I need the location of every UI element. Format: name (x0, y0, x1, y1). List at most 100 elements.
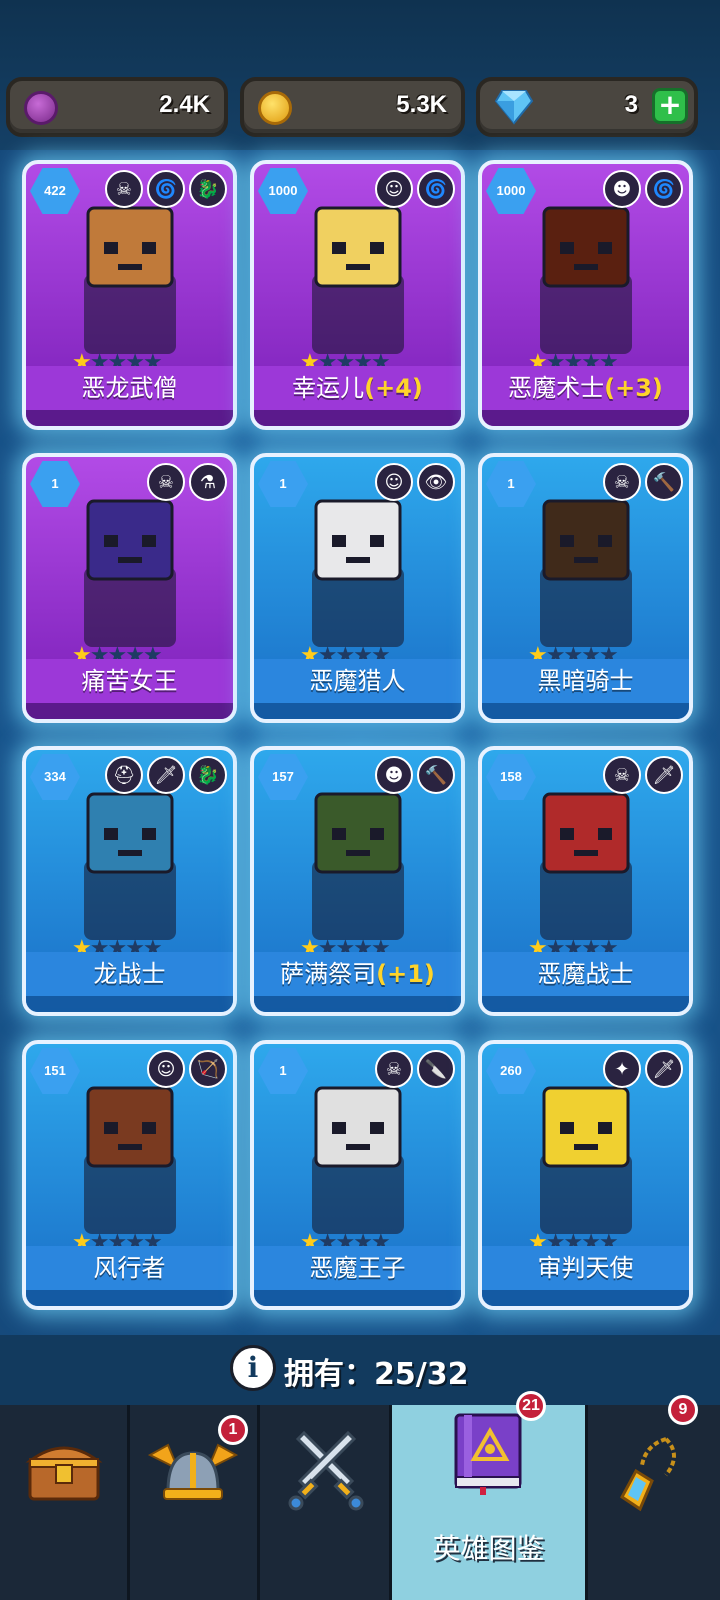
info-icon[interactable]: i (230, 1345, 276, 1391)
skull-icon: ☠ (105, 170, 143, 208)
hero-name-bar: 风行者 (26, 1246, 233, 1290)
purple-gem-counter[interactable]: 2.4K (6, 77, 228, 137)
hero-traits: ☻ 🔨 (375, 756, 455, 794)
card-bottom-edge (26, 703, 233, 719)
elf-icon: ☺ (375, 463, 413, 501)
hero-book-label: 英雄图鉴 (432, 1532, 545, 1565)
hero-name: 萨满祭司 (280, 960, 377, 988)
helmet-icon: ⛑ (105, 756, 143, 794)
hero-card[interactable]: 1000 ☺ 🌀 ★★★★★ 幸运儿(+4) (250, 160, 465, 430)
hero-name: 幸运儿 (292, 374, 365, 402)
hero-card[interactable]: 1 ☠ 🔪 ★★★★★ 恶魔王子 (250, 1040, 465, 1310)
card-bottom-edge (482, 703, 689, 719)
hero-name: 恶魔术士 (508, 374, 605, 402)
gold-coin-value: 5.3K (396, 91, 447, 118)
hero-grid: 422 ☠ 🌀 🐉 ★★★★★ 恶龙武僧 1000 ☺ 🌀 ★★★★★ 幸运儿(+4) 1000 ☻ 🌀 ★… (0, 150, 720, 1335)
gold-coin-icon (258, 91, 292, 125)
hero-traits: ⛑ 🗡 🐉 (105, 756, 227, 794)
hero-name-bar: 萨满祭司(+1) (254, 952, 461, 996)
bow-icon: 🏹 (189, 1050, 227, 1088)
hero-name: 审判天使 (537, 1254, 634, 1282)
crossed-swords-icon (288, 1431, 364, 1511)
tab-battle[interactable] (260, 1405, 392, 1600)
tab-chest[interactable] (0, 1405, 130, 1600)
hero-name: 恶魔猎人 (309, 667, 406, 695)
gold-coin-counter[interactable]: 5.3K (240, 77, 465, 137)
hero-card[interactable]: 422 ☠ 🌀 🐉 ★★★★★ 恶龙武僧 (22, 160, 237, 430)
hero-name-bar: 恶龙武僧 (26, 366, 233, 410)
helmet-badge: 1 (218, 1415, 248, 1445)
card-bottom-edge (482, 410, 689, 426)
card-bottom-edge (254, 996, 461, 1012)
amulet-badge: 9 (668, 1395, 698, 1425)
diamond-counter[interactable]: 3 + (476, 77, 698, 137)
dragon-icon: 🐉 (189, 756, 227, 794)
hero-name: 黑暗骑士 (537, 667, 634, 695)
hero-card[interactable]: 1 ☺ 👁 ★★★★★ 恶魔猎人 (250, 453, 465, 723)
orc-icon: ☻ (375, 756, 413, 794)
owned-label: 拥有： (284, 1357, 374, 1392)
hero-name: 痛苦女王 (81, 667, 178, 695)
dragon-icon: 🐉 (189, 170, 227, 208)
hero-traits: ☠ 🗡 (603, 756, 683, 794)
hero-traits: ☠ 🔨 (603, 463, 683, 501)
hero-traits: ☺ 👁 (375, 463, 455, 501)
card-bottom-edge (482, 996, 689, 1012)
hero-traits: ☻ 🌀 (603, 170, 683, 208)
hero-card[interactable]: 151 ☺ 🏹 ★★★★★ 风行者 (22, 1040, 237, 1310)
hero-name-bar: 痛苦女王 (26, 659, 233, 703)
hero-traits: ☺ 🌀 (375, 170, 455, 208)
hero-name-bar: 恶魔王子 (254, 1246, 461, 1290)
owned-counter: i 拥有：25/32 (0, 1335, 720, 1405)
skull-icon: ☠ (603, 756, 641, 794)
chest-icon (25, 1446, 103, 1501)
bottom-nav: 1 21 英雄图鉴 9 (0, 1391, 720, 1600)
tab-hero-book[interactable]: 21 英雄图鉴 (392, 1391, 588, 1600)
spiral-icon: 🌀 (645, 170, 683, 208)
hero-traits: ☺ 🏹 (147, 1050, 227, 1088)
hero-name-bar: 黑暗骑士 (482, 659, 689, 703)
hero-name-bar: 幸运儿(+4) (254, 366, 461, 410)
wings-icon: ✦ (603, 1050, 641, 1088)
hero-name: 恶魔战士 (537, 960, 634, 988)
hero-card[interactable]: 157 ☻ 🔨 ★★★★★ 萨满祭司(+1) (250, 746, 465, 1016)
card-bottom-edge (482, 1290, 689, 1306)
hero-name-bar: 恶魔战士 (482, 952, 689, 996)
diamond-icon (494, 90, 534, 125)
card-bottom-edge (254, 410, 461, 426)
sword-icon: 🗡 (645, 1050, 683, 1088)
skull-icon: ☠ (147, 463, 185, 501)
hero-name: 风行者 (93, 1254, 166, 1282)
skull-icon: ☠ (375, 1050, 413, 1088)
hero-card[interactable]: 1 ☠ ⚗ ★★★★★ 痛苦女王 (22, 453, 237, 723)
hero-card[interactable]: 1000 ☻ 🌀 ★★★★★ 恶魔术士(+3) (478, 160, 693, 430)
hero-card[interactable]: 334 ⛑ 🗡 🐉 ★★★★★ 龙战士 (22, 746, 237, 1016)
purple-gem-icon (24, 91, 58, 125)
purple-gem-value: 2.4K (159, 91, 210, 118)
hero-book-badge: 21 (516, 1391, 546, 1421)
hammer-icon: 🔨 (645, 463, 683, 501)
helmet-icon (148, 1443, 238, 1500)
dagger-icon: 🔪 (417, 1050, 455, 1088)
spiral-icon: 🌀 (147, 170, 185, 208)
owned-count: 25/32 (374, 1357, 469, 1392)
hero-card[interactable]: 1 ☠ 🔨 ★★★★★ 黑暗骑士 (478, 453, 693, 723)
hero-name-bar: 审判天使 (482, 1246, 689, 1290)
tab-helmet[interactable]: 1 (130, 1405, 260, 1600)
sword-icon: 🗡 (147, 756, 185, 794)
add-diamond-button[interactable]: + (652, 88, 688, 124)
hero-name: 龙战士 (93, 960, 166, 988)
hammer-icon: 🔨 (417, 756, 455, 794)
hero-name: 恶魔王子 (309, 1254, 406, 1282)
potion-icon: ⚗ (189, 463, 227, 501)
hero-card[interactable]: 158 ☠ 🗡 ★★★★★ 恶魔战士 (478, 746, 693, 1016)
hero-card[interactable]: 260 ✦ 🗡 ★★★★★ 审判天使 (478, 1040, 693, 1310)
skull-icon: ☠ (603, 463, 641, 501)
hero-traits: ☠ 🔪 (375, 1050, 455, 1088)
diamond-value: 3 (624, 91, 638, 118)
card-bottom-edge (26, 996, 233, 1012)
hero-traits: ✦ 🗡 (603, 1050, 683, 1088)
tab-amulet[interactable]: 9 (588, 1395, 720, 1600)
sword-icon: 🗡 (645, 756, 683, 794)
hero-traits: ☠ 🌀 🐉 (105, 170, 227, 208)
